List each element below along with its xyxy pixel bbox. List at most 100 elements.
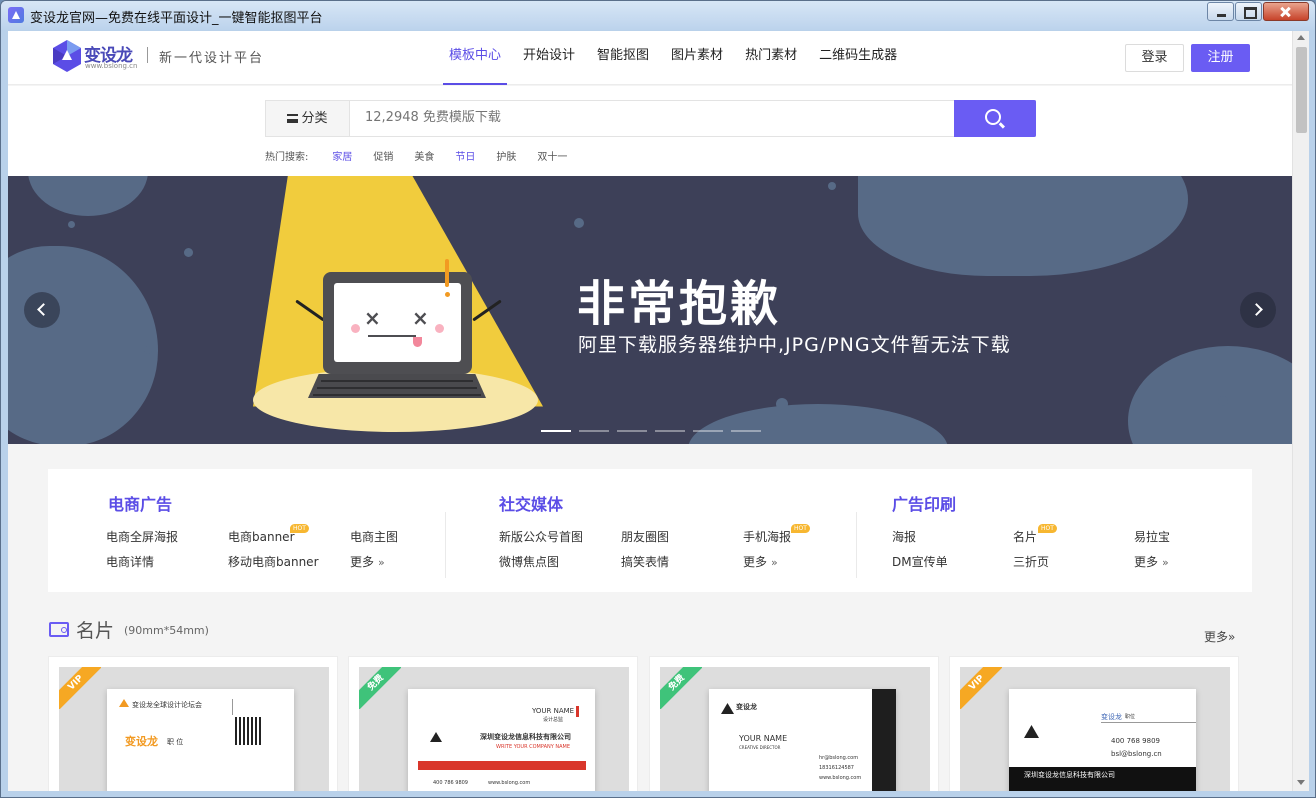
category-title[interactable]: 广告印刷	[892, 491, 956, 515]
login-button[interactable]: 登录	[1125, 44, 1184, 72]
register-button[interactable]: 注册	[1191, 44, 1250, 72]
category-link[interactable]: DM宣传单	[892, 553, 948, 570]
search-input[interactable]	[365, 110, 945, 125]
category-dropdown[interactable]: 分类	[266, 101, 350, 136]
hero-banner[interactable]: × × 非常抱歉 阿里下载服务器维护中,JPG/PNG文件暂无法下载	[8, 176, 1292, 444]
minimize-button[interactable]	[1207, 2, 1234, 21]
free-badge: 免费	[359, 667, 401, 709]
category-link[interactable]: 三折页	[1013, 553, 1049, 570]
search-button[interactable]	[954, 100, 1036, 137]
badge-label: VIP	[960, 667, 1002, 709]
template-card[interactable]: YOUR NAME 设计总监 深圳变设龙信息科技有限公司 WRITE YOUR …	[348, 656, 638, 791]
category-link[interactable]: 海报	[892, 528, 916, 545]
search-box: 分类	[265, 100, 1036, 137]
logo-icon	[430, 732, 442, 742]
logo-icon	[119, 699, 129, 707]
page-viewport: 变设龙 www.bslong.cn 新一代设计平台 模板中心 开始设计 智能抠图…	[8, 31, 1309, 791]
decor-blob	[28, 176, 148, 216]
decor-blob	[1128, 346, 1292, 444]
app-icon	[8, 7, 24, 23]
section-subtitle: (90mm*54mm)	[124, 624, 209, 637]
nav-smart-cutout[interactable]: 智能抠图	[597, 31, 649, 85]
template-card[interactable]: 变设龙全球设计论坛会 变设龙 职 位 VIP	[48, 656, 338, 791]
more-label: 更多	[350, 555, 375, 569]
decor-dot	[828, 182, 836, 190]
banner-prev-button[interactable]	[24, 292, 60, 328]
banner-subtitle: 阿里下载服务器维护中,JPG/PNG文件暂无法下载	[578, 334, 1011, 356]
logo-icon[interactable]	[50, 39, 84, 73]
card-text: CREATIVE DIRECTOR	[739, 745, 781, 750]
card-text: YOUR NAME	[532, 707, 575, 715]
eye-x-icon: ×	[412, 306, 429, 330]
category-panel: 电商广告 电商全屏海报 电商banner HOT 电商主图 电商详情 移动电商b…	[48, 469, 1252, 592]
category-link[interactable]: 微博焦点图	[499, 553, 559, 570]
scroll-thumb[interactable]	[1296, 47, 1307, 133]
banner-next-button[interactable]	[1240, 292, 1276, 328]
badge-label: 免费	[359, 667, 401, 709]
slide-indicator[interactable]	[617, 430, 647, 432]
card-text: 设计总监	[543, 717, 564, 723]
slide-indicator[interactable]	[579, 430, 609, 432]
business-card-preview: YOUR NAME 设计总监 深圳变设龙信息科技有限公司 WRITE YOUR …	[408, 689, 595, 791]
category-more-link[interactable]: 更多»	[350, 553, 385, 570]
scroll-down-icon[interactable]	[1297, 780, 1305, 785]
template-card[interactable]: 变设龙 职位 400 768 9809 bsl@bslong.cn 深圳变设龙信…	[949, 656, 1239, 791]
close-button[interactable]	[1263, 2, 1309, 21]
card-text: 深圳变设龙信息科技有限公司	[480, 733, 571, 741]
section-more-link[interactable]: 更多»	[1204, 628, 1235, 645]
maximize-button[interactable]	[1235, 2, 1262, 21]
slide-indicator[interactable]	[541, 430, 571, 432]
hot-term[interactable]: 护肤	[496, 148, 516, 163]
logo-divider	[147, 47, 148, 63]
decor-dot	[68, 221, 75, 228]
template-card[interactable]: 变设龙 YOUR NAME CREATIVE DIRECTOR hr@bslon…	[649, 656, 939, 791]
exclamation-icon	[445, 259, 449, 287]
category-more-link[interactable]: 更多»	[743, 553, 778, 570]
hot-term[interactable]: 节日	[455, 148, 475, 163]
decor-dot	[144, 346, 152, 354]
nav-image-assets[interactable]: 图片素材	[671, 31, 723, 85]
slide-indicator[interactable]	[693, 430, 723, 432]
hot-search-label: 热门搜索:	[265, 152, 309, 163]
hot-term[interactable]: 家居	[332, 148, 352, 163]
category-link[interactable]: 手机海报	[743, 528, 791, 545]
category-link[interactable]: 移动电商banner	[228, 553, 319, 570]
nav-qr-generator[interactable]: 二维码生成器	[819, 31, 897, 85]
category-more-link[interactable]: 更多»	[1134, 553, 1169, 570]
category-title[interactable]: 电商广告	[108, 491, 172, 515]
free-badge: 免费	[660, 667, 702, 709]
business-card-preview: 变设龙 YOUR NAME CREATIVE DIRECTOR hr@bslon…	[709, 689, 896, 791]
category-link[interactable]: 新版公众号首图	[499, 528, 583, 545]
card-text: 变设龙	[736, 703, 757, 711]
nav-hot-assets[interactable]: 热门素材	[745, 31, 797, 85]
hot-term[interactable]: 促销	[373, 148, 393, 163]
tongue	[413, 337, 422, 347]
card-text: 职 位	[167, 738, 184, 746]
category-link[interactable]: 名片	[1013, 528, 1037, 545]
category-link[interactable]: 易拉宝	[1134, 528, 1170, 545]
category-title[interactable]: 社交媒体	[499, 491, 563, 515]
category-link[interactable]: 搞笑表情	[621, 553, 669, 570]
category-link[interactable]: 电商主图	[350, 528, 398, 545]
double-chevron-icon: »	[378, 556, 385, 569]
hot-term[interactable]: 美食	[414, 148, 434, 163]
divider	[1101, 722, 1196, 723]
category-label: 分类	[301, 111, 328, 126]
category-link[interactable]: 电商banner	[228, 528, 295, 545]
vertical-scrollbar[interactable]	[1292, 31, 1309, 791]
card-text: 18316124587	[819, 765, 854, 771]
nav-template-center[interactable]: 模板中心	[442, 31, 508, 85]
hot-term[interactable]: 双十一	[537, 148, 567, 163]
scroll-up-icon[interactable]	[1297, 35, 1305, 40]
slide-indicator[interactable]	[655, 430, 685, 432]
category-link[interactable]: 电商详情	[106, 553, 154, 570]
search-icon	[985, 109, 1001, 125]
category-link[interactable]: 电商全屏海报	[106, 528, 178, 545]
category-link[interactable]: 朋友圈图	[621, 528, 669, 545]
double-chevron-icon: »	[1162, 556, 1169, 569]
slide-indicator[interactable]	[731, 430, 761, 432]
mouth	[368, 335, 416, 337]
main-nav: 模板中心 开始设计 智能抠图 图片素材 热门素材 二维码生成器	[438, 31, 908, 85]
nav-start-design[interactable]: 开始设计	[523, 31, 575, 85]
vip-badge: VIP	[960, 667, 1002, 709]
